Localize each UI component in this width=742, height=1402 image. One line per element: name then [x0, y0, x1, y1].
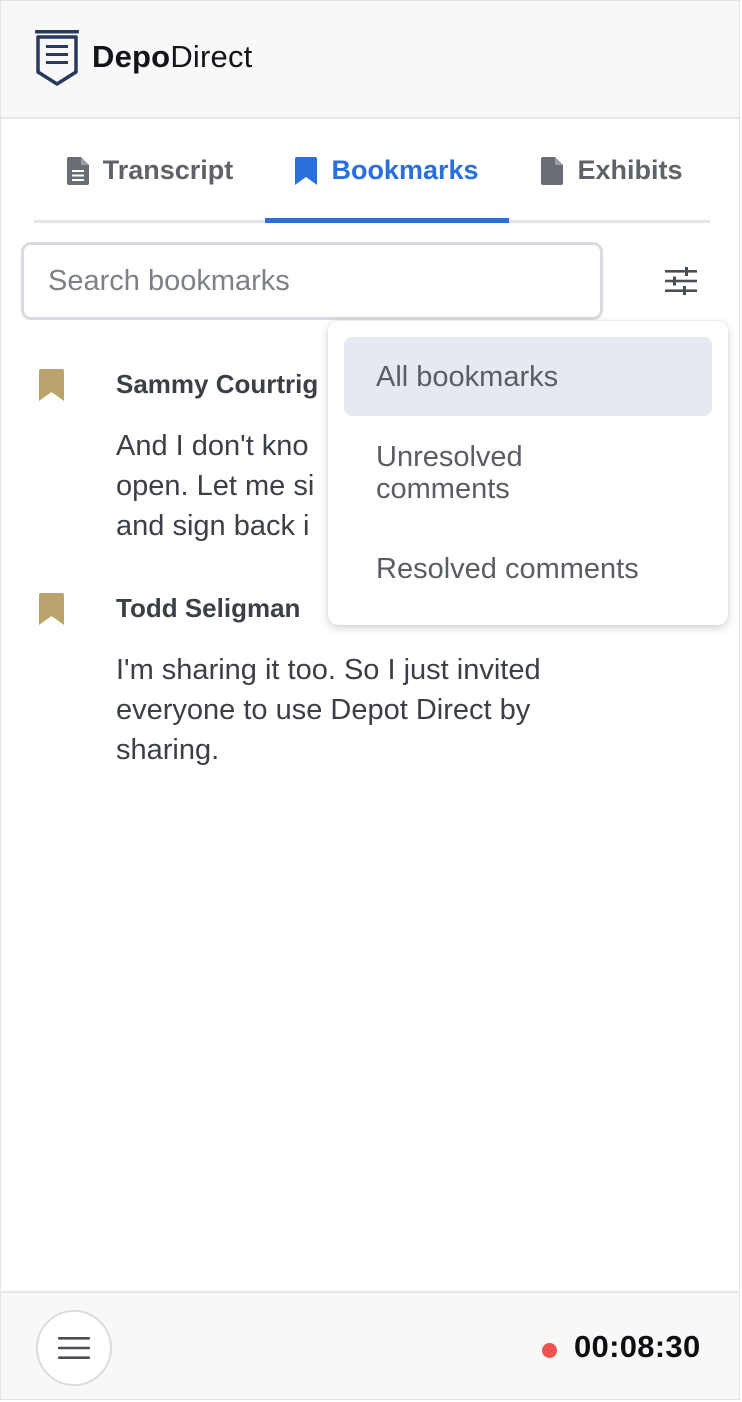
tab-exhibits-label: Exhibits: [577, 155, 683, 185]
tab-bookmarks-label: Bookmarks: [331, 155, 479, 185]
file-icon: [541, 156, 564, 185]
brand-name: DepoDirect: [92, 39, 252, 75]
filter-option-resolved-comments[interactable]: Resolved comments: [344, 529, 712, 609]
filter-button[interactable]: [651, 255, 711, 307]
sliders-icon: [665, 267, 697, 295]
header: DepoDirect: [1, 1, 739, 119]
tab-transcript[interactable]: Transcript: [34, 121, 266, 220]
bookmark-text: I'm sharing it too. So I just invited ev…: [116, 654, 541, 766]
bookmark-icon: [295, 156, 318, 185]
filter-option-all-bookmarks[interactable]: All bookmarks: [344, 337, 712, 416]
hamburger-icon: [58, 1337, 90, 1359]
bookmark-icon: [39, 369, 64, 401]
tab-bookmarks[interactable]: Bookmarks: [265, 121, 509, 223]
recording-dot: [542, 1343, 557, 1358]
file-text-icon: [66, 156, 89, 185]
tab-transcript-label: Transcript: [102, 155, 234, 185]
logo: DepoDirect: [34, 28, 252, 86]
footer: 00:08:30: [1, 1291, 739, 1399]
recording-timer: 00:08:30: [574, 1329, 701, 1364]
bookmark-icon: [39, 593, 64, 625]
filter-option-unresolved-comments[interactable]: Unresolved comments: [344, 425, 712, 521]
brand-name-regular: Direct: [170, 39, 253, 74]
depodirect-logo-icon: [35, 30, 79, 86]
menu-button[interactable]: [36, 1310, 112, 1386]
bookmark-speaker: Todd Seligman: [116, 593, 301, 623]
tab-bar: Transcript Bookmarks Exhibits: [34, 121, 710, 223]
search-input[interactable]: [21, 242, 603, 320]
bookmark-speaker: Sammy Courtrig: [116, 369, 319, 399]
filter-dropdown: All bookmarks Unresolved comments Resolv…: [328, 321, 728, 625]
brand-name-bold: Depo: [92, 39, 171, 74]
tab-exhibits[interactable]: Exhibits: [512, 121, 712, 220]
app-window: DepoDirect Transcript Bookmarks Exhibits…: [0, 0, 740, 1400]
